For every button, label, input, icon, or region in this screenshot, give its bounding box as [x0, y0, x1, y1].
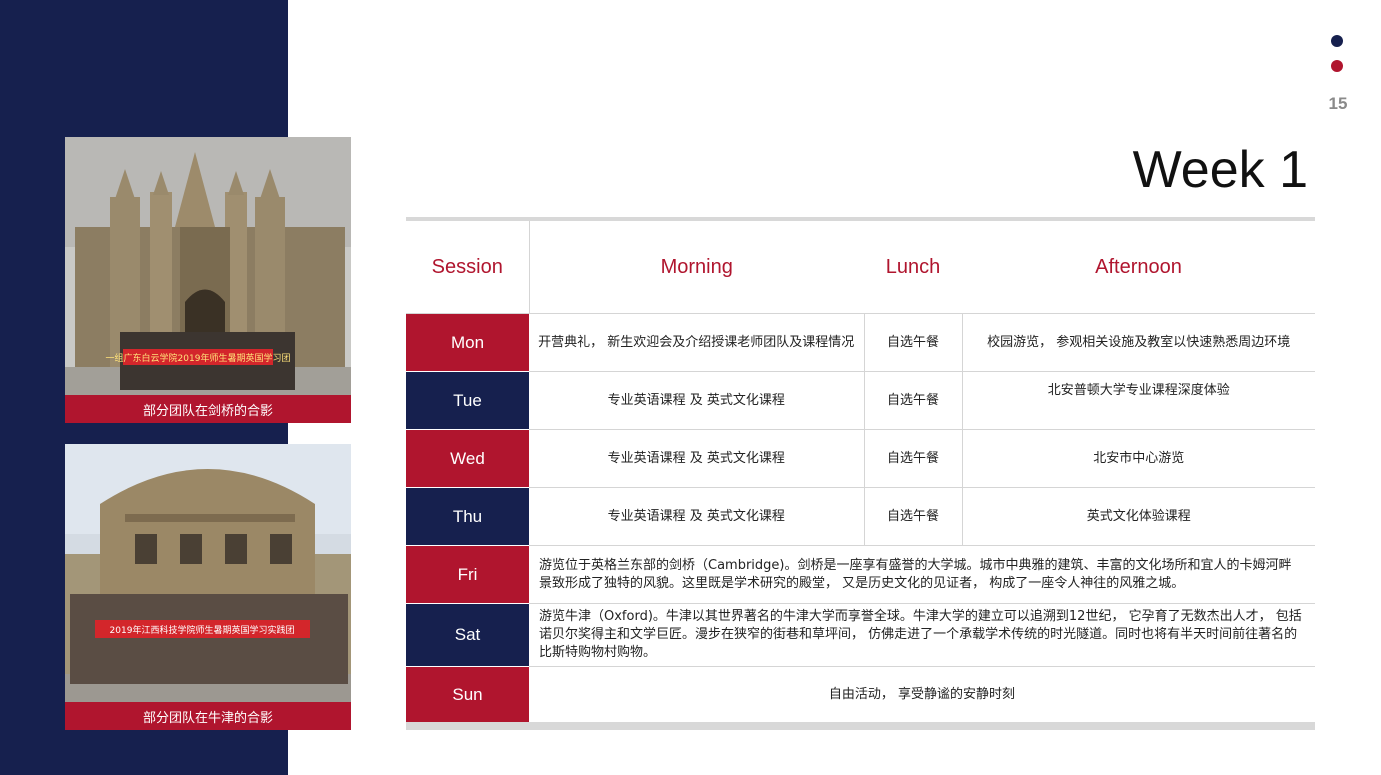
day-label: Sun — [406, 666, 529, 724]
header-afternoon: Afternoon — [962, 221, 1315, 314]
cambridge-group-photo: 一组广东白云学院2019年师生暑期英国学习团 部分团队在剑桥的合影 — [65, 137, 351, 423]
table-row-wed: Wed 专业英语课程 及 英式文化课程 自选午餐 北安市中心游览 — [406, 429, 1315, 488]
day-label: Fri — [406, 545, 529, 604]
day-label: Sat — [406, 603, 529, 667]
oxford-photo-caption: 部分团队在牛津的合影 — [65, 702, 351, 730]
table-row-tue: Tue 专业英语课程 及 英式文化课程 自选午餐 北安普顿大学专业课程深度体验 — [406, 371, 1315, 430]
table-row-fri: Fri 游览位于英格兰东部的剑桥（Cambridge)。剑桥是一座享有盛誉的大学… — [406, 545, 1315, 604]
day-label: Mon — [406, 313, 529, 372]
full-day-cell: 游览牛津（Oxford)。牛津以其世界著名的牛津大学而享誉全球。牛津大学的建立可… — [529, 603, 1315, 667]
table-row-mon: Mon 开营典礼， 新生欢迎会及介绍授课老师团队及课程情况 自选午餐 校园游览，… — [406, 313, 1315, 372]
cambridge-banner-text: 一组广东白云学院2019年师生暑期英国学习团 — [106, 352, 291, 364]
morning-cell: 开营典礼， 新生欢迎会及介绍授课老师团队及课程情况 — [529, 313, 865, 372]
oxford-banner-text: 2019年江西科技学院师生暑期英国学习实践团 — [110, 624, 295, 636]
day-label: Tue — [406, 371, 529, 430]
lunch-cell: 自选午餐 — [864, 487, 963, 546]
day-label: Thu — [406, 487, 529, 546]
oxford-photo-image: 2019年江西科技学院师生暑期英国学习实践团 — [65, 444, 351, 730]
afternoon-cell: 校园游览， 参观相关设施及教室以快速熟悉周边环境 — [962, 313, 1315, 372]
morning-cell: 专业英语课程 及 英式文化课程 — [529, 371, 865, 430]
morning-cell: 专业英语课程 及 英式文化课程 — [529, 429, 865, 488]
afternoon-cell: 英式文化体验课程 — [962, 487, 1315, 546]
cambridge-photo-caption: 部分团队在剑桥的合影 — [65, 395, 351, 423]
morning-cell: 专业英语课程 及 英式文化课程 — [529, 487, 865, 546]
table-header-row: Session Morning Lunch Afternoon — [406, 221, 1315, 314]
lunch-cell: 自选午餐 — [864, 371, 963, 430]
full-day-cell: 自由活动， 享受静谧的安静时刻 — [529, 666, 1315, 724]
day-label: Wed — [406, 429, 529, 488]
navy-dot — [1331, 35, 1343, 47]
cambridge-photo-image: 一组广东白云学院2019年师生暑期英国学习团 — [65, 137, 351, 423]
table-row-sat: Sat 游览牛津（Oxford)。牛津以其世界著名的牛津大学而享誉全球。牛津大学… — [406, 603, 1315, 667]
afternoon-cell: 北安市中心游览 — [962, 429, 1315, 488]
table-row-thu: Thu 专业英语课程 及 英式文化课程 自选午餐 英式文化体验课程 — [406, 487, 1315, 546]
lunch-cell: 自选午餐 — [864, 429, 963, 488]
afternoon-cell: 北安普顿大学专业课程深度体验 — [962, 371, 1315, 430]
page-number: 15 — [1328, 94, 1348, 113]
header-morning: Morning — [529, 221, 864, 314]
crimson-dot — [1331, 60, 1343, 72]
weekly-schedule-table: Session Morning Lunch Afternoon Mon 开营典礼… — [406, 221, 1315, 724]
table-row-sun: Sun 自由活动， 享受静谧的安静时刻 — [406, 666, 1315, 724]
lunch-cell: 自选午餐 — [864, 313, 963, 372]
table-bottom-rule — [406, 722, 1315, 730]
oxford-group-photo: 2019年江西科技学院师生暑期英国学习实践团 部分团队在牛津的合影 — [65, 444, 351, 730]
header-lunch: Lunch — [864, 221, 962, 314]
header-session: Session — [406, 221, 530, 314]
full-day-cell: 游览位于英格兰东部的剑桥（Cambridge)。剑桥是一座享有盛誉的大学城。城市… — [529, 545, 1315, 604]
page-title: Week 1 — [1132, 141, 1308, 199]
